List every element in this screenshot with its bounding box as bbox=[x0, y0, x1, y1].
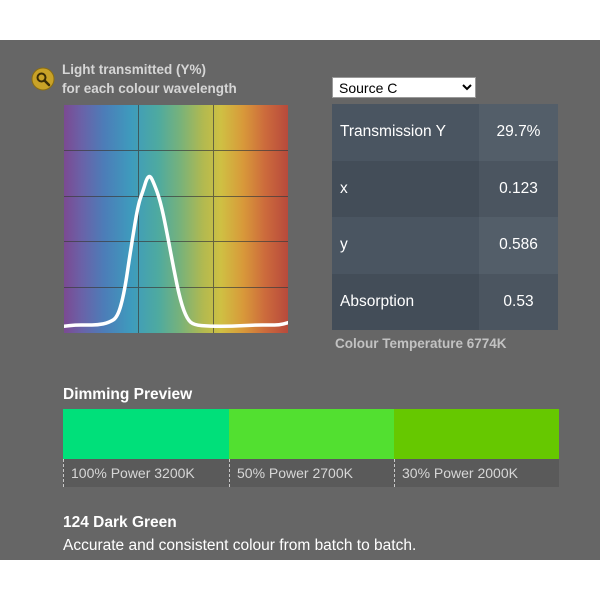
zoom-magnifier-icon[interactable] bbox=[31, 67, 55, 91]
metric-label: x bbox=[332, 160, 479, 217]
dimming-label-100: 100% Power 3200K bbox=[63, 459, 229, 487]
graph-title-line2: for each colour wavelength bbox=[62, 81, 237, 96]
metric-label: Transmission Y bbox=[332, 104, 479, 161]
dimming-labels: 100% Power 3200K 50% Power 2700K 30% Pow… bbox=[63, 459, 559, 487]
transmission-spectrum-graph bbox=[64, 105, 288, 333]
dimming-label-30: 30% Power 2000K bbox=[394, 459, 559, 487]
metric-label: y bbox=[332, 217, 479, 274]
metric-row-x: x 0.123 bbox=[332, 160, 558, 217]
metric-value: 0.123 bbox=[479, 160, 558, 217]
filter-panel: Light transmitted (Y%) for each colour w… bbox=[0, 40, 600, 560]
dimming-swatch-50 bbox=[229, 409, 394, 459]
dimming-swatch-100 bbox=[63, 409, 229, 459]
graph-title: Light transmitted (Y%) for each colour w… bbox=[62, 60, 237, 98]
dimming-preview-title: Dimming Preview bbox=[63, 386, 193, 403]
metric-value: 0.53 bbox=[479, 273, 558, 330]
colour-temperature: Colour Temperature 6774K bbox=[335, 336, 507, 351]
metric-row-transmission: Transmission Y 29.7% bbox=[332, 104, 558, 161]
dimming-swatch-30 bbox=[394, 409, 559, 459]
light-source-select[interactable]: Source C bbox=[332, 77, 476, 98]
metric-row-absorption: Absorption 0.53 bbox=[332, 273, 558, 330]
metric-row-y: y 0.586 bbox=[332, 217, 558, 274]
colour-metrics-table: Transmission Y 29.7% x 0.123 y 0.586 Abs… bbox=[332, 104, 558, 330]
spectrum-background bbox=[64, 105, 288, 333]
product-name: 124 Dark Green bbox=[63, 514, 177, 531]
product-description: Accurate and consistent colour from batc… bbox=[63, 537, 417, 554]
dimming-label-50: 50% Power 2700K bbox=[229, 459, 394, 487]
dimming-swatches bbox=[63, 409, 559, 459]
metric-value: 0.586 bbox=[479, 217, 558, 274]
metric-value: 29.7% bbox=[479, 104, 558, 161]
metric-label: Absorption bbox=[332, 273, 479, 330]
graph-title-line1: Light transmitted (Y%) bbox=[62, 62, 206, 77]
